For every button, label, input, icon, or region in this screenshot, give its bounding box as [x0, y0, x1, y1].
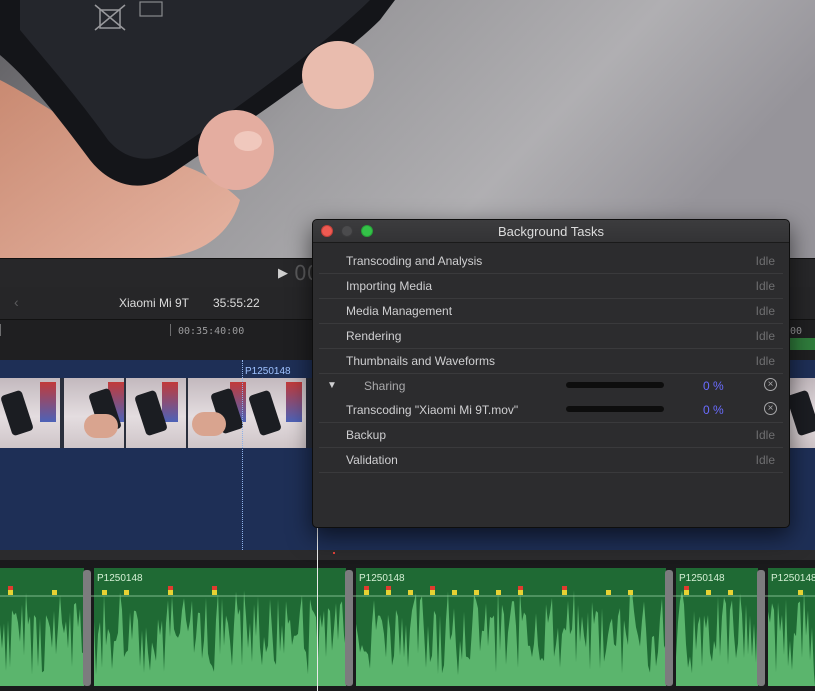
task-status: Idle: [755, 453, 775, 467]
clip-boundary-marker: [242, 360, 243, 550]
task-status: Idle: [755, 254, 775, 268]
task-name: Importing Media: [346, 279, 433, 293]
sharing-progress-bar: [566, 382, 664, 388]
ruler-tick: [170, 324, 171, 336]
audio-clip-name: P1250148: [771, 573, 815, 584]
task-status: Idle: [755, 304, 775, 318]
filmstrip-thumbnail: [126, 378, 186, 448]
task-list: Transcoding and Analysis Idle Importing …: [313, 249, 789, 473]
task-row-thumbnails-waveforms[interactable]: Thumbnails and Waveforms Idle: [319, 349, 783, 374]
filmstrip-thumbnail: [788, 378, 815, 448]
cancel-task-icon[interactable]: ×: [764, 402, 777, 415]
task-name: Sharing: [364, 379, 406, 393]
task-status: Idle: [755, 428, 775, 442]
project-duration: 35:55:22: [213, 296, 260, 310]
filmstrip-thumbnail: [64, 378, 124, 448]
ruler-label: 00: [790, 326, 803, 337]
task-row-backup[interactable]: Backup Idle: [319, 423, 783, 448]
back-icon[interactable]: ‹: [14, 294, 19, 310]
play-icon[interactable]: ▶: [278, 265, 292, 281]
task-name: Validation: [346, 453, 398, 467]
task-name: Rendering: [346, 329, 402, 343]
playhead-marker: [333, 552, 335, 554]
audio-lane[interactable]: P1250148 P1250148 P1250148 P1250148: [0, 560, 815, 691]
skimmer-line: [317, 520, 318, 691]
task-status: Idle: [755, 279, 775, 293]
background-tasks-window: Background Tasks Transcoding and Analysi…: [312, 219, 790, 528]
window-titlebar[interactable]: Background Tasks: [313, 220, 789, 243]
transcoding-progress-bar: [566, 406, 664, 412]
project-name: Xiaomi Mi 9T: [119, 296, 190, 310]
video-clip-name: P1250148: [245, 366, 291, 377]
task-row-importing-media[interactable]: Importing Media Idle: [319, 274, 783, 299]
task-row-transcoding-analysis[interactable]: Transcoding and Analysis Idle: [319, 249, 783, 274]
ruler-label: 00:35:40:00: [178, 326, 245, 337]
audio-clip-name: P1250148: [359, 573, 405, 584]
task-name: Backup: [346, 428, 387, 442]
disclosure-triangle-icon[interactable]: ▼: [327, 380, 337, 391]
task-row-rendering[interactable]: Rendering Idle: [319, 324, 783, 349]
task-status: Idle: [755, 354, 775, 368]
task-row-sharing[interactable]: ▼ Sharing 0 % ×: [319, 374, 783, 398]
task-row-validation[interactable]: Validation Idle: [319, 448, 783, 473]
filmstrip-thumbnail: [188, 378, 248, 448]
task-name: Transcoding "Xiaomi Mi 9T.mov": [346, 403, 519, 417]
render-indicator: [789, 338, 815, 350]
progress-percent: 0 %: [703, 379, 724, 393]
filmstrip-thumbnail: [0, 378, 60, 448]
audio-clip-name: P1250148: [679, 573, 725, 584]
task-name: Transcoding and Analysis: [346, 254, 483, 268]
task-row-transcoding-file[interactable]: Transcoding "Xiaomi Mi 9T.mov" 0 % ×: [319, 398, 783, 423]
task-name: Thumbnails and Waveforms: [346, 354, 495, 368]
progress-percent: 0 %: [703, 403, 724, 417]
lane-separator: [0, 550, 815, 560]
ruler-tick: [0, 324, 1, 336]
task-status: Idle: [755, 329, 775, 343]
cancel-task-icon[interactable]: ×: [764, 378, 777, 391]
task-row-media-management[interactable]: Media Management Idle: [319, 299, 783, 324]
window-title: Background Tasks: [498, 224, 604, 239]
task-name: Media Management: [346, 304, 453, 318]
filmstrip-thumbnail: [246, 378, 306, 448]
audio-clip-name: P1250148: [97, 573, 143, 584]
